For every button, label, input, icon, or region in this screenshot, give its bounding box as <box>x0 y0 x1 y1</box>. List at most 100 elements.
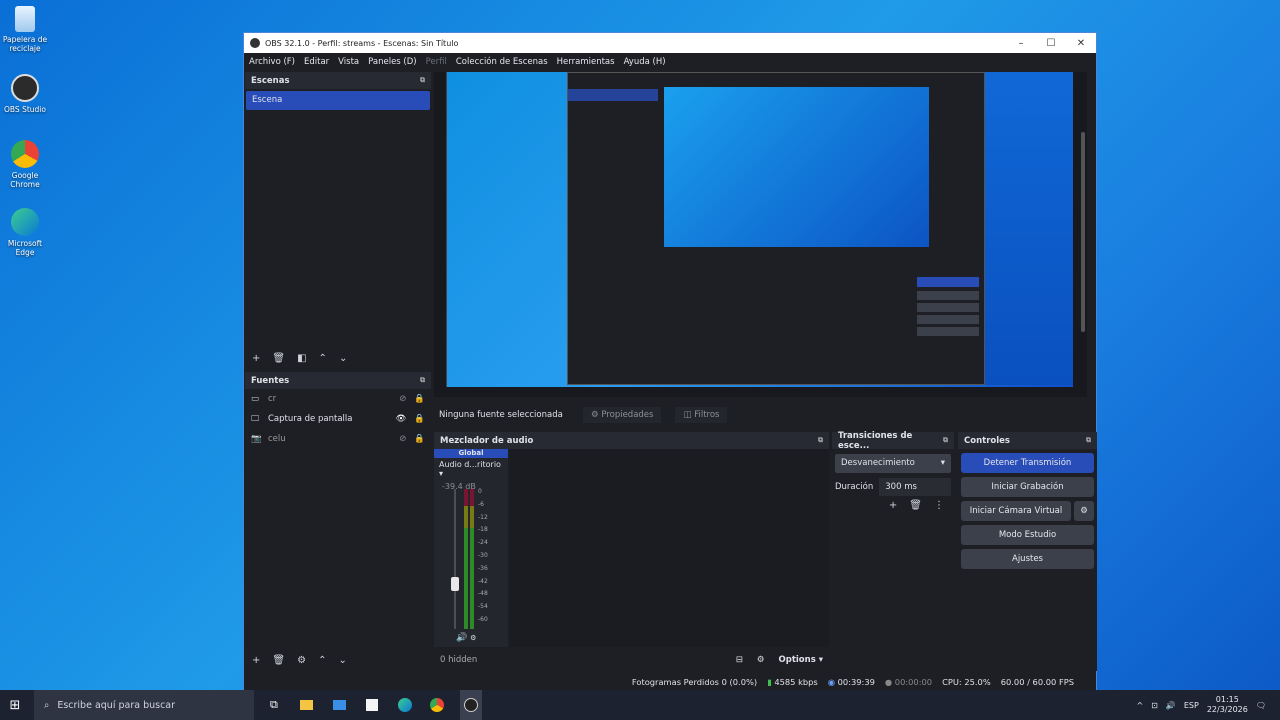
menu-coleccion[interactable]: Colección de Escenas <box>456 57 548 67</box>
add-icon[interactable]: + <box>252 353 260 364</box>
trash-icon[interactable]: 🗑 <box>272 353 285 364</box>
file-explorer-icon[interactable] <box>299 700 313 710</box>
mail-icon[interactable] <box>332 700 346 710</box>
settings-button[interactable]: Ajustes <box>961 549 1094 569</box>
clock[interactable]: 01:15 22/3/2026 <box>1207 695 1248 715</box>
menu-vista[interactable]: Vista <box>338 57 359 67</box>
task-view-icon[interactable]: ⧉ <box>270 698 278 712</box>
duration-label: Duración <box>835 482 874 492</box>
preview-scrollbar[interactable] <box>1081 132 1085 332</box>
desktop-icon-recycle-bin[interactable]: Papelera de reciclaje <box>2 6 48 53</box>
fps: 60.00 / 60.00 FPS <box>1000 677 1074 687</box>
hidden-eye-icon[interactable]: ⊘ <box>399 394 406 404</box>
stop-stream-button[interactable]: Detener Transmisión <box>961 453 1094 473</box>
speaker-icon[interactable]: 🔊 <box>456 633 467 643</box>
source-item[interactable]: 🖵 Captura de pantalla 👁 🔒 <box>245 409 431 429</box>
global-tab[interactable]: Global <box>434 449 508 458</box>
menu-ayuda[interactable]: Ayuda (H) <box>624 57 666 67</box>
preview-canvas <box>446 72 1073 387</box>
menu-archivo[interactable]: Archivo (F) <box>249 57 295 67</box>
studio-mode-button[interactable]: Modo Estudio <box>961 525 1094 545</box>
audio-mixer-dock: Mezclador de audio ⧉ Global Audio d...rit… <box>434 432 829 671</box>
eye-icon[interactable]: 👁 <box>396 414 407 424</box>
dock-popout-icon[interactable]: ⧉ <box>420 376 425 385</box>
start-record-button[interactable]: Iniciar Grabación <box>961 477 1094 497</box>
scenes-dock: Escenas ⧉ Escena + 🗑 ◧ ⌃ ⌄ <box>245 72 431 369</box>
language-indicator[interactable]: ESP <box>1184 701 1199 710</box>
source-item[interactable]: ▭ cr ⊘ 🔒 <box>245 389 431 409</box>
dock-popout-icon[interactable]: ⧉ <box>818 436 823 445</box>
add-icon[interactable]: + <box>889 500 897 511</box>
gear-icon[interactable]: ⚙ <box>1074 501 1094 521</box>
volume-slider-handle[interactable] <box>451 577 459 591</box>
gear-icon[interactable]: ⚙ <box>470 634 476 642</box>
menu-editar[interactable]: Editar <box>304 57 329 67</box>
taskbar-search[interactable]: ⌕ Escribe aquí para buscar <box>34 690 254 720</box>
obs-icon[interactable] <box>459 690 482 720</box>
dock-popout-icon[interactable]: ⧉ <box>420 76 425 85</box>
edge-icon[interactable] <box>397 698 412 712</box>
notification-icon[interactable]: 🗨 <box>1256 701 1266 710</box>
menu-herramientas[interactable]: Herramientas <box>557 57 615 67</box>
record-icon: ● <box>884 677 893 687</box>
trash-icon[interactable]: 🗑 <box>909 500 922 511</box>
cpu-usage: CPU: 25.0% <box>942 677 991 687</box>
settings-icon[interactable]: ⚙ <box>757 655 765 665</box>
more-icon[interactable]: ⋮ <box>934 500 944 511</box>
duration-input[interactable]: 300 ms <box>879 478 951 496</box>
bitrate: 4585 kbps <box>774 677 818 687</box>
start-button[interactable]: ⊞ <box>0 698 30 713</box>
sources-dock: Fuentes ⧉ ▭ cr ⊘ 🔒 🖵 Captura de pantalla 👁… <box>245 372 431 671</box>
maximize-button[interactable]: ☐ <box>1036 38 1066 49</box>
controls-dock: Controles ⧉ Detener Transmisión Iniciar G… <box>958 432 1097 671</box>
chrome-icon[interactable] <box>429 698 444 712</box>
gear-icon[interactable]: ⚙ <box>297 655 306 666</box>
layout-icon[interactable]: ⊟ <box>736 655 743 665</box>
filters-button[interactable]: ◫ Filtros <box>675 407 728 423</box>
menu-perfil[interactable]: Perfil <box>426 57 447 67</box>
meter-scale: 0 -6 -12 -18 -24 -30 -36 -42 -48 -54 -60 <box>478 488 488 623</box>
lock-icon[interactable]: 🔒 <box>414 434 425 444</box>
stream-icon: ◉ <box>827 677 835 687</box>
menu-paneles[interactable]: Paneles (D) <box>368 57 416 67</box>
lock-icon[interactable]: 🔒 <box>414 394 425 404</box>
move-down-icon[interactable]: ⌄ <box>338 655 346 666</box>
trash-icon[interactable]: 🗑 <box>272 655 285 666</box>
dock-popout-icon[interactable]: ⧉ <box>1086 436 1091 445</box>
record-time: 00:00:00 <box>894 677 933 687</box>
monitor-icon: 🖵 <box>251 414 260 424</box>
virtual-camera-button[interactable]: Iniciar Cámara Virtual <box>961 501 1071 521</box>
volume-icon[interactable]: 🔊 <box>1166 701 1176 710</box>
preview-area[interactable] <box>434 72 1087 397</box>
volume-slider-track[interactable] <box>454 489 456 629</box>
audio-mixer-title: Mezclador de audio <box>440 435 534 446</box>
audio-meter-right <box>470 489 474 629</box>
move-up-icon[interactable]: ⌃ <box>319 353 327 364</box>
controls-title: Controles <box>964 435 1010 446</box>
move-down-icon[interactable]: ⌄ <box>339 353 347 364</box>
title-bar: OBS 32.1.0 - Perfil: streams - Escenas: … <box>244 33 1096 53</box>
chevron-up-icon[interactable]: ^ <box>1136 701 1143 710</box>
source-item[interactable]: 📷 celu ⊘ 🔒 <box>245 429 431 449</box>
system-tray: ^ ⊡ 🔊 ESP 01:15 22/3/2026 🗨 <box>1136 695 1280 715</box>
scene-item[interactable]: Escena <box>246 91 430 110</box>
properties-button[interactable]: ⚙ Propiedades <box>583 407 662 423</box>
audio-device-select[interactable]: Audio d...ritorio ▾ <box>434 458 508 480</box>
hidden-eye-icon[interactable]: ⊘ <box>399 434 406 444</box>
filter-icon[interactable]: ◧ <box>297 353 306 364</box>
add-icon[interactable]: + <box>252 655 260 666</box>
lock-icon[interactable]: 🔒 <box>414 414 425 424</box>
desktop-icon-obs[interactable]: OBS Studio <box>2 74 48 114</box>
minimize-button[interactable]: – <box>1006 38 1036 49</box>
options-button[interactable]: Options ▾ <box>779 655 823 665</box>
desktop-icon-edge[interactable]: Microsoft Edge <box>2 208 48 257</box>
hidden-count: 0 hidden <box>440 655 478 665</box>
dock-popout-icon[interactable]: ⧉ <box>943 436 948 445</box>
nested-obs-screenshot <box>567 72 985 385</box>
move-up-icon[interactable]: ⌃ <box>318 655 326 666</box>
close-button[interactable]: ✕ <box>1066 38 1096 49</box>
network-icon[interactable]: ⊡ <box>1151 701 1158 710</box>
store-icon[interactable] <box>365 699 378 711</box>
transition-select[interactable]: Desvanecimiento ▾ <box>835 454 951 473</box>
desktop-icon-chrome[interactable]: Google Chrome <box>2 140 48 189</box>
